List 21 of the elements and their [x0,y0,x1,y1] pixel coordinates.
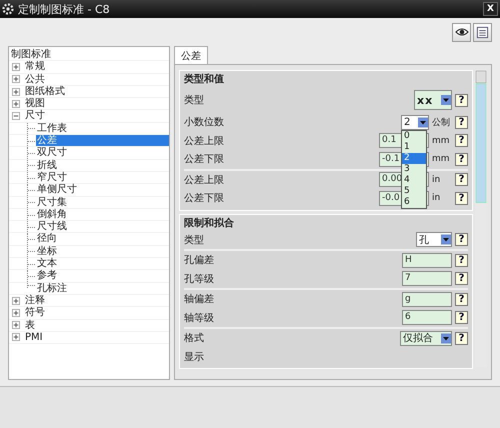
unit-label: in [432,193,442,204]
field-label: 孔偏差 [184,254,215,268]
field-label: 小数位数 [184,116,225,130]
unit-label: 公制 [432,116,451,129]
field-label: 显示 [184,350,205,364]
field-label: 公差上限 [184,174,225,187]
field-label: 公差下限 [184,153,225,166]
field-label: 类型 [184,94,205,107]
field-label: 轴偏差 [184,292,215,306]
window-title: 定制制图标准 - C8 [18,2,111,16]
field-label: 轴等级 [184,312,215,325]
field-label: 格式 [184,332,205,346]
section-title: 类型和值 [184,73,225,87]
field-label: 类型 [184,234,205,247]
field-label: 公差上限 [184,134,225,148]
unit-label: mm [432,136,451,146]
field-label: 公差下限 [184,192,225,206]
unit-label: in [432,174,442,185]
section-title: 限制和拟合 [184,216,235,230]
unit-label: mm [432,154,451,164]
field-label: 孔等级 [184,272,215,286]
